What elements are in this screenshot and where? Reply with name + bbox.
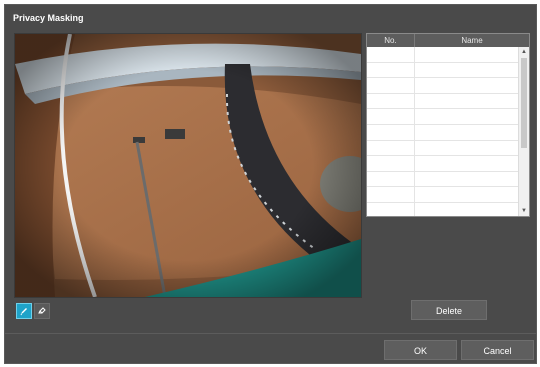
mask-list-table: No. Name ▲ ▼: [366, 33, 530, 217]
eraser-tool-button[interactable]: [34, 303, 50, 319]
table-row[interactable]: [367, 171, 519, 188]
draw-toolbar: [16, 303, 50, 319]
scroll-down-icon[interactable]: ▼: [519, 206, 529, 216]
table-body: [367, 47, 519, 216]
table-row[interactable]: [367, 156, 519, 172]
eraser-icon: [38, 307, 46, 314]
table-row[interactable]: [367, 109, 519, 125]
pencil-tool-button[interactable]: [16, 303, 32, 319]
table-row[interactable]: [367, 78, 519, 94]
pencil-icon: [20, 308, 27, 316]
table-row[interactable]: [367, 140, 519, 157]
dialog-title: Privacy Masking: [13, 13, 84, 23]
table-row[interactable]: [367, 47, 519, 63]
table-row[interactable]: [367, 124, 519, 141]
scroll-thumb[interactable]: [521, 58, 527, 148]
table-scrollbar[interactable]: ▲ ▼: [518, 47, 529, 216]
camera-image: [15, 34, 361, 297]
camera-preview[interactable]: [14, 33, 362, 298]
privacy-masking-dialog: Privacy Masking No. Name ▲ ▼ Delete OK C…: [4, 4, 537, 364]
ok-button[interactable]: OK: [384, 340, 457, 360]
table-header: No. Name: [367, 34, 529, 47]
cancel-button[interactable]: Cancel: [461, 340, 534, 360]
column-header-no[interactable]: No.: [367, 34, 415, 47]
delete-button[interactable]: Delete: [411, 300, 487, 320]
footer-divider: [5, 333, 536, 334]
table-row[interactable]: [367, 202, 519, 216]
column-header-name[interactable]: Name: [415, 34, 529, 47]
table-row[interactable]: [367, 93, 519, 110]
table-row[interactable]: [367, 187, 519, 203]
scroll-up-icon[interactable]: ▲: [519, 47, 529, 57]
table-row[interactable]: [367, 62, 519, 79]
